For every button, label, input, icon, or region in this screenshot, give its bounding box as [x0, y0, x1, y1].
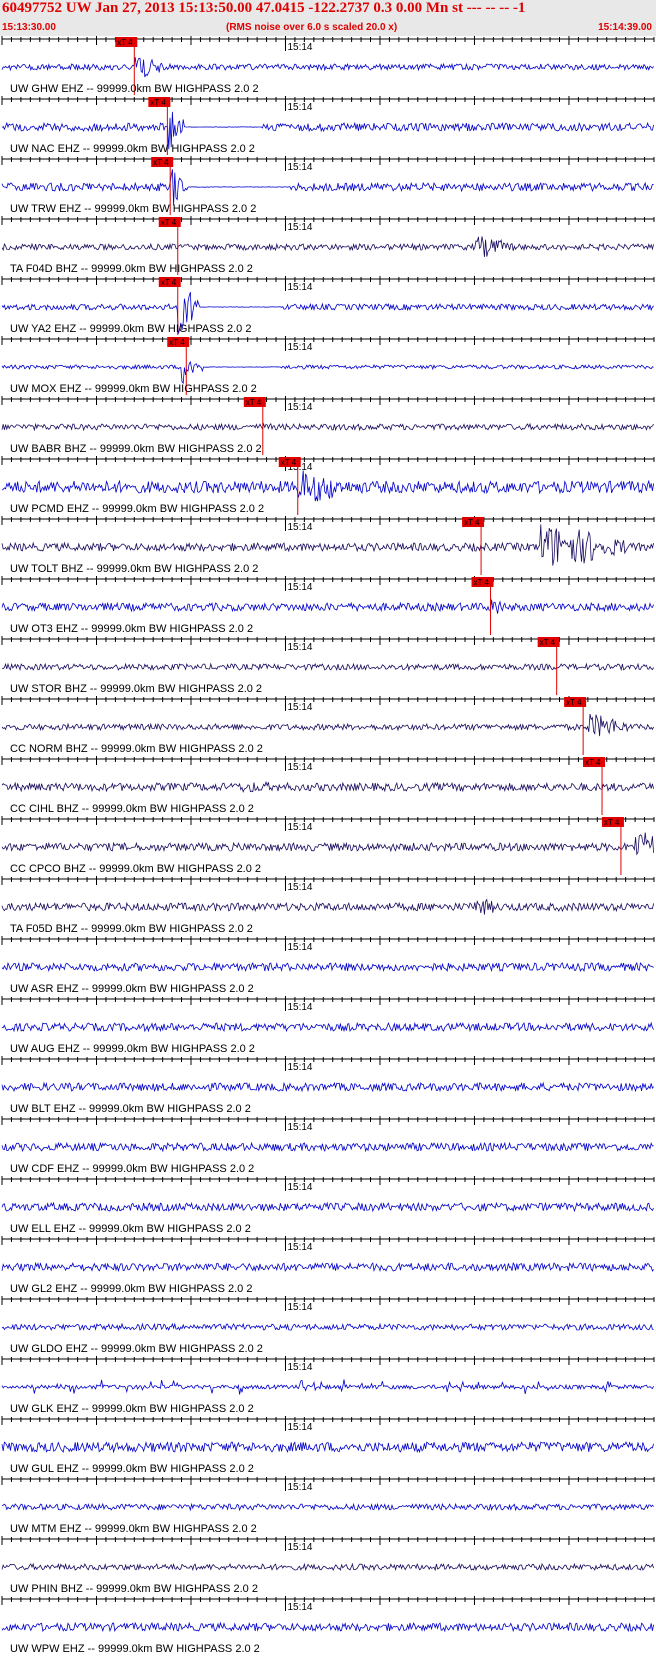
waveform-trace	[1, 1440, 654, 1454]
minute-label: 15:14	[287, 1602, 312, 1613]
pick-label: xT 4	[464, 518, 480, 527]
minute-label: 15:14	[287, 282, 312, 293]
channel-label: UW OT3 EHZ -- 99999.0km BW HIGHPASS 2.0 …	[10, 623, 253, 635]
pick-label: xT 4	[281, 458, 297, 467]
channel-label: UW GL2 EHZ -- 99999.0km BW HIGHPASS 2.0 …	[10, 1283, 252, 1295]
waveform-trace	[1, 236, 654, 258]
channel-label: CC NORM BHZ -- 99999.0km BW HIGHPASS 2.0…	[10, 743, 263, 755]
minute-label: 15:14	[287, 522, 312, 533]
waveform-trace	[1, 1621, 654, 1633]
waveform-trace	[1, 599, 654, 614]
start-time: 15:13:30.00	[2, 22, 56, 33]
channel-label: UW AUG EHZ -- 99999.0km BW HIGHPASS 2.0 …	[10, 1043, 255, 1055]
channel-label: UW GLK EHZ -- 99999.0km BW HIGHPASS 2.0 …	[10, 1403, 254, 1415]
pick-label: xT 4	[161, 278, 177, 287]
minute-label: 15:14	[287, 582, 312, 593]
channel-label: UW ELL EHZ -- 99999.0km BW HIGHPASS 2.0 …	[10, 1223, 251, 1235]
waveform-trace	[1, 713, 654, 737]
waveform-trace	[1, 57, 654, 78]
minute-label: 15:14	[287, 882, 312, 893]
minute-label: 15:14	[287, 1062, 312, 1073]
waveform-trace	[1, 1562, 654, 1572]
channel-label: UW GUL EHZ -- 99999.0km BW HIGHPASS 2.0 …	[10, 1463, 254, 1475]
channel-label: TA F05D BHZ -- 99999.0km BW HIGHPASS 2.0…	[10, 923, 253, 935]
minute-label: 15:14	[287, 642, 312, 653]
channel-label: UW YA2 EHZ -- 99999.0km BW HIGHPASS 2.0 …	[10, 323, 251, 335]
channel-label: UW STOR BHZ -- 99999.0km BW HIGHPASS 2.0…	[10, 683, 262, 695]
end-time: 15:14:39.00	[598, 22, 652, 33]
channel-label: TA F04D BHZ -- 99999.0km BW HIGHPASS 2.0…	[10, 263, 253, 275]
header-bar: 60497752 UW Jan 27, 2013 15:13:50.00 47.…	[0, 0, 656, 36]
minute-label: 15:14	[287, 1122, 312, 1133]
channel-label: UW PCMD EHZ -- 99999.0km BW HIGHPASS 2.0…	[10, 503, 264, 515]
channel-label: UW TRW EHZ -- 99999.0km BW HIGHPASS 2.0 …	[10, 203, 256, 215]
waveform-trace	[1, 1201, 654, 1213]
event-title: 60497752 UW Jan 27, 2013 15:13:50.00 47.…	[2, 0, 526, 16]
minute-label: 15:14	[287, 702, 312, 713]
pick-label: xT 4	[150, 98, 166, 107]
waveform-trace	[1, 1081, 654, 1093]
channel-label: CC CPCO BHZ -- 99999.0km BW HIGHPASS 2.0…	[10, 863, 261, 875]
channel-label: UW GHW EHZ -- 99999.0km BW HIGHPASS 2.0 …	[10, 83, 259, 95]
minute-label: 15:14	[287, 1542, 312, 1553]
waveform-trace	[1, 662, 654, 672]
pick-label: xT 4	[566, 698, 582, 707]
waveform-trace	[1, 360, 654, 385]
minute-label: 15:14	[287, 222, 312, 233]
channel-label: UW WPW EHZ -- 99999.0km BW HIGHPASS 2.0 …	[10, 1643, 260, 1655]
waveform-trace	[1, 422, 654, 432]
channel-label: UW CDF EHZ -- 99999.0km BW HIGHPASS 2.0 …	[10, 1163, 254, 1175]
pick-label: xT 4	[117, 38, 133, 47]
channel-label: UW ASR EHZ -- 99999.0km BW HIGHPASS 2.0 …	[10, 983, 254, 995]
minute-label: 15:14	[287, 1002, 312, 1013]
waveform-trace	[1, 470, 654, 502]
minute-label: 15:14	[287, 1422, 312, 1433]
waveform-trace	[1, 832, 654, 856]
minute-label: 15:14	[287, 402, 312, 413]
channel-label: UW BLT EHZ -- 99999.0km BW HIGHPASS 2.0 …	[10, 1103, 251, 1115]
seismogram-plot: 15:14 xT 4 UW GHW EHZ -- 99999.0km BW HIGH…	[1, 36, 655, 1655]
channel-label: UW GLDO EHZ -- 99999.0km BW HIGHPASS 2.0…	[10, 1343, 263, 1355]
waveform-trace	[1, 1021, 654, 1033]
waveform-trace	[1, 1141, 654, 1153]
pick-label: xT 4	[246, 398, 262, 407]
minute-label: 15:14	[287, 102, 312, 113]
minute-label: 15:14	[287, 42, 312, 53]
channel-label: UW PHIN BHZ -- 99999.0km BW HIGHPASS 2.0…	[10, 1583, 258, 1595]
minute-label: 15:14	[287, 942, 312, 953]
pick-label: xT 4	[161, 218, 177, 227]
minute-label: 15:14	[287, 1482, 312, 1493]
waveform-trace	[1, 1502, 654, 1512]
minute-label: 15:14	[287, 762, 312, 773]
channel-label: UW BABR BHZ -- 99999.0km BW HIGHPASS 2.0…	[10, 443, 262, 455]
minute-label: 15:14	[287, 1242, 312, 1253]
minute-label: 15:14	[287, 1182, 312, 1193]
pick-label: xT 4	[474, 578, 490, 587]
minute-label: 15:14	[287, 342, 312, 353]
waveform-trace	[1, 1379, 654, 1395]
pick-label: xT 4	[604, 818, 620, 827]
channel-label: UW MTM EHZ -- 99999.0km BW HIGHPASS 2.0 …	[10, 1523, 257, 1535]
minute-label: 15:14	[287, 1362, 312, 1373]
pick-label: xT 4	[153, 158, 169, 167]
pick-label: xT 4	[585, 758, 601, 767]
rms-note: (RMS noise over 6.0 s scaled 20.0 x)	[226, 22, 398, 33]
pick-label: xT 4	[540, 638, 556, 647]
waveform-trace	[1, 1261, 654, 1273]
minute-label: 15:14	[287, 1302, 312, 1313]
waveform-trace	[1, 961, 654, 973]
waveform-trace	[1, 169, 654, 206]
waveform-trace	[1, 780, 654, 793]
channel-label: CC CIHL BHZ -- 99999.0km BW HIGHPASS 2.0…	[10, 803, 254, 815]
waveform-trace	[1, 524, 654, 566]
channel-label: UW TOLT BHZ -- 99999.0km BW HIGHPASS 2.0…	[10, 563, 258, 575]
channel-label: UW MOX EHZ -- 99999.0km BW HIGHPASS 2.0 …	[10, 383, 257, 395]
channel-label: UW NAC EHZ -- 99999.0km BW HIGHPASS 2.0 …	[10, 143, 255, 155]
minute-label: 15:14	[287, 822, 312, 833]
pick-label: xT 4	[169, 338, 185, 347]
waveform-trace	[1, 1322, 654, 1332]
minute-label: 15:14	[287, 162, 312, 173]
waveform-trace	[1, 898, 654, 915]
